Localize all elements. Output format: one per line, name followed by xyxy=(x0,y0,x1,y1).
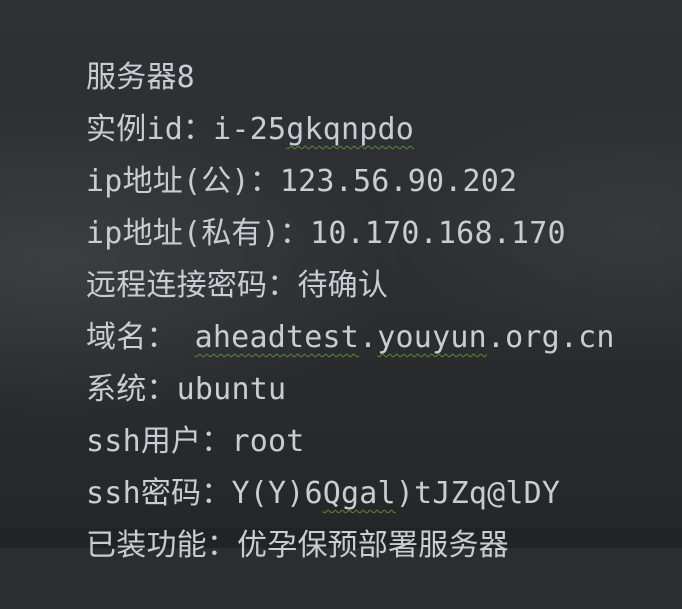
public-ip-label: ip地址(公)： xyxy=(86,164,280,199)
system-value: ubuntu xyxy=(176,372,287,407)
instance-id-prefix: i-25 xyxy=(213,112,287,147)
ssh-password-mid: Qgal xyxy=(322,476,396,511)
remote-password-value: 待确认 xyxy=(297,268,389,303)
ssh-password-suffix: )tJZq@lDY xyxy=(395,476,561,511)
ssh-user-value: root xyxy=(231,424,305,459)
ssh-password-prefix: Y(Y)6 xyxy=(231,476,323,511)
domain-second-part: youyun xyxy=(377,320,487,355)
private-ip-value: 10.170.168.170 xyxy=(310,216,566,251)
instance-id-label: 实例id： xyxy=(86,112,214,147)
private-ip-label: ip地址(私有)： xyxy=(86,216,311,251)
installed-features-label: 已装功能： xyxy=(86,528,238,563)
ssh-password-label: ssh密码： xyxy=(86,476,232,511)
ssh-user-label: ssh用户： xyxy=(86,424,232,459)
public-ip-value: 123.56.90.202 xyxy=(279,164,518,199)
system-label: 系统： xyxy=(86,372,177,407)
domain-dot: . xyxy=(359,320,378,355)
instance-id-suffix: gkqnpdo xyxy=(286,112,415,147)
editor-text-area: 服务器8 实例id：i-25gkqnpdo ip地址(公)：123.56.90.… xyxy=(13,15,663,563)
domain-label: 域名： xyxy=(86,320,177,355)
server-title-line: 服务器8 xyxy=(13,15,663,95)
installed-features-value: 优孕保预部署服务器 xyxy=(237,528,509,563)
domain-tail: .org.cn xyxy=(486,320,615,355)
remote-password-label: 远程连接密码： xyxy=(86,268,298,303)
server-title: 服务器8 xyxy=(86,60,195,95)
domain-first-part: aheadtest xyxy=(194,320,360,355)
